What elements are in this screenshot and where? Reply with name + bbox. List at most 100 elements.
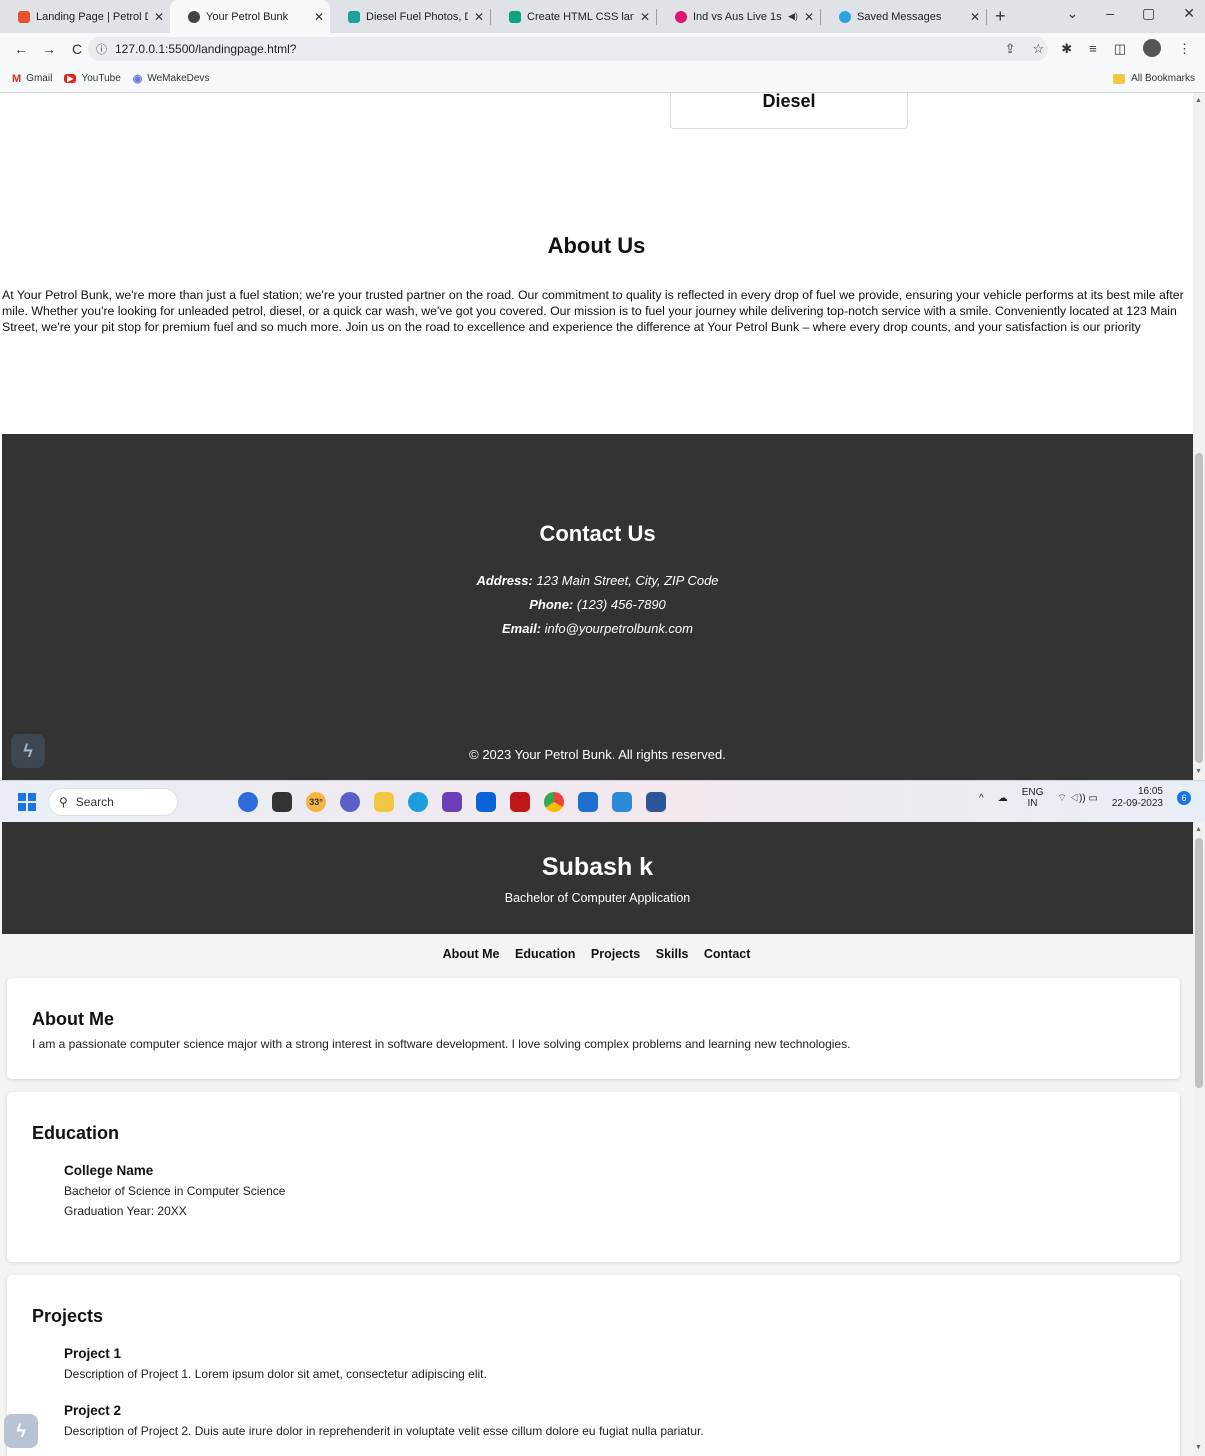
scrollbar-thumb[interactable] — [1195, 453, 1203, 763]
nav-skills[interactable]: Skills — [656, 947, 689, 961]
tab-diesel-photos[interactable]: Diesel Fuel Photos, Downlo ✕ — [330, 0, 490, 33]
taskbar: ⚲ Search 33° ^ ☁ ENG IN ⌔ ◁)) ▭ 16:05 22… — [0, 780, 1205, 823]
menu-icon[interactable]: ⋮ — [1178, 41, 1191, 57]
reading-list-icon[interactable]: ≡ — [1089, 41, 1097, 57]
bookmark-star-icon[interactable]: ☆ — [1033, 41, 1045, 57]
chrome-icon[interactable] — [544, 792, 564, 812]
close-icon[interactable]: ✕ — [474, 10, 484, 24]
close-icon[interactable]: ✕ — [970, 10, 980, 24]
nav-contact[interactable]: Contact — [704, 947, 751, 961]
clock[interactable]: 16:05 22-09-2023 — [1112, 786, 1163, 810]
all-bookmarks[interactable]: All Bookmarks — [1113, 73, 1195, 84]
profile-avatar[interactable] — [1143, 39, 1161, 57]
taskbar-search[interactable]: ⚲ Search — [48, 788, 178, 816]
nav-education[interactable]: Education — [515, 947, 575, 961]
windows-start-icon[interactable] — [18, 793, 36, 811]
new-tab-button[interactable]: + — [995, 6, 1006, 27]
project-item: Project 2 Description of Project 2. Duis… — [64, 1401, 704, 1441]
outlook-icon[interactable] — [476, 792, 496, 812]
bookmark-wemakedevs[interactable]: ◉ WeMakeDevs — [133, 72, 210, 85]
gmail-icon: M — [12, 72, 22, 85]
side-panel-icon[interactable]: ◫ — [1114, 41, 1126, 57]
nav-about-me[interactable]: About Me — [443, 947, 500, 961]
file-explorer-icon[interactable] — [374, 792, 394, 812]
college-name: College Name — [64, 1163, 154, 1178]
bookmark-gmail[interactable]: M Gmail — [12, 73, 52, 85]
task-view-icon[interactable] — [272, 792, 292, 812]
store-icon[interactable] — [578, 792, 598, 812]
portfolio-page-viewport: Subash k Bachelor of Computer Applicatio… — [0, 822, 1193, 1456]
about-us-text: At Your Petrol Bunk, we're more than jus… — [2, 288, 1184, 334]
reload-button[interactable]: C — [70, 41, 84, 57]
scroll-down-icon[interactable]: ▼ — [1195, 768, 1202, 775]
wifi-volume-battery-icon[interactable]: ⌔ ◁)) ▭ — [1057, 792, 1097, 805]
notification-badge[interactable]: 6 — [1177, 791, 1191, 805]
tab-landing-page[interactable]: Landing Page | Petrol Delive ✕ — [0, 0, 170, 33]
about-me-heading: About Me — [32, 1009, 114, 1029]
chat-icon[interactable] — [340, 792, 360, 812]
extensions-icon[interactable]: ✱ — [1061, 41, 1072, 57]
chevron-up-icon[interactable]: ^ — [979, 793, 984, 804]
tab-divider — [986, 8, 987, 25]
restore-button[interactable]: ▢ — [1142, 5, 1155, 22]
clock-time: 16:05 — [1137, 786, 1163, 797]
cricket-site-icon — [675, 10, 687, 23]
close-icon[interactable]: ✕ — [314, 10, 324, 24]
visual-studio-icon[interactable] — [442, 792, 462, 812]
address-label: Address: — [476, 573, 533, 588]
education-section: Education College Name Bachelor of Scien… — [7, 1092, 1180, 1262]
minimize-button[interactable]: – — [1106, 5, 1114, 22]
page-scrollbar[interactable]: ▲ ▼ — [1193, 822, 1205, 1456]
contact-us-heading: Contact Us — [539, 521, 656, 546]
back-button[interactable]: ← — [14, 41, 28, 57]
phone-value: (123) 456-7890 — [576, 597, 666, 612]
share-icon[interactable]: ⇪ — [1005, 41, 1016, 57]
region-code: IN — [1027, 798, 1038, 809]
search-icon: ⚲ — [59, 795, 68, 809]
image-site-icon — [348, 10, 360, 23]
weather-icon[interactable]: 33° — [306, 792, 326, 812]
close-window-button[interactable]: ✕ — [1183, 5, 1195, 22]
mcafee-icon[interactable] — [510, 792, 530, 812]
close-icon[interactable]: ✕ — [154, 10, 164, 24]
tab-strip: Landing Page | Petrol Delive ✕ Your Petr… — [0, 0, 1205, 33]
info-icon[interactable]: ⓘ — [96, 41, 107, 57]
bookmark-youtube[interactable]: ▶ YouTube — [64, 73, 121, 84]
projects-section: Projects Project 1 Description of Projec… — [7, 1275, 1180, 1456]
person-name: Subash k — [541, 853, 654, 881]
lightning-icon[interactable]: ϟ — [11, 734, 45, 768]
page-scrollbar[interactable]: ▲ ▼ — [1193, 93, 1205, 780]
tab-chatgpt[interactable]: Create HTML CSS landing p ✕ — [491, 0, 656, 33]
onedrive-icon[interactable]: ☁ — [998, 793, 1008, 804]
scrollbar-thumb[interactable] — [1195, 838, 1203, 1088]
scroll-down-icon[interactable]: ▼ — [1195, 1444, 1202, 1451]
product-card-diesel: Diesel — [670, 93, 908, 129]
figma-icon — [18, 10, 30, 23]
word-icon[interactable] — [646, 792, 666, 812]
tab-saved-messages[interactable]: Saved Messages ✕ — [821, 0, 986, 33]
edge-icon[interactable] — [408, 792, 428, 812]
tab-search-icon[interactable]: ⌄ — [1067, 5, 1079, 22]
address-bar[interactable]: ⓘ 127.0.0.1:5500/landingpage.html? — [88, 37, 1048, 61]
tab-title: Saved Messages — [857, 10, 942, 23]
tab-ind-vs-aus[interactable]: Ind vs Aus Live 1st ODI ◀) ✕ — [657, 0, 820, 33]
folder-icon — [1113, 73, 1126, 84]
url-text: 127.0.0.1:5500/landingpage.html? — [115, 42, 297, 56]
forward-button[interactable]: → — [42, 41, 56, 57]
email-label: Email: — [502, 621, 542, 636]
lightning-icon[interactable]: ϟ — [4, 1414, 38, 1448]
contact-address: Address: 123 Main Street, City, ZIP Code — [2, 573, 1193, 588]
close-icon[interactable]: ✕ — [804, 10, 814, 24]
scroll-up-icon[interactable]: ▲ — [1195, 97, 1202, 104]
language-indicator[interactable]: ENG IN — [1022, 787, 1044, 809]
projects-heading: Projects — [32, 1306, 104, 1326]
nav-projects[interactable]: Projects — [591, 947, 640, 961]
search-placeholder: Search — [75, 795, 114, 809]
vscode-icon[interactable] — [612, 792, 632, 812]
bing-icon[interactable] — [238, 792, 258, 812]
scroll-up-icon[interactable]: ▲ — [1195, 826, 1202, 833]
close-icon[interactable]: ✕ — [640, 10, 650, 24]
portfolio-nav: About Me Education Projects Skills Conta… — [0, 947, 1193, 961]
chatgpt-icon — [509, 10, 521, 23]
tab-your-petrol-bunk[interactable]: Your Petrol Bunk ✕ — [170, 0, 330, 33]
